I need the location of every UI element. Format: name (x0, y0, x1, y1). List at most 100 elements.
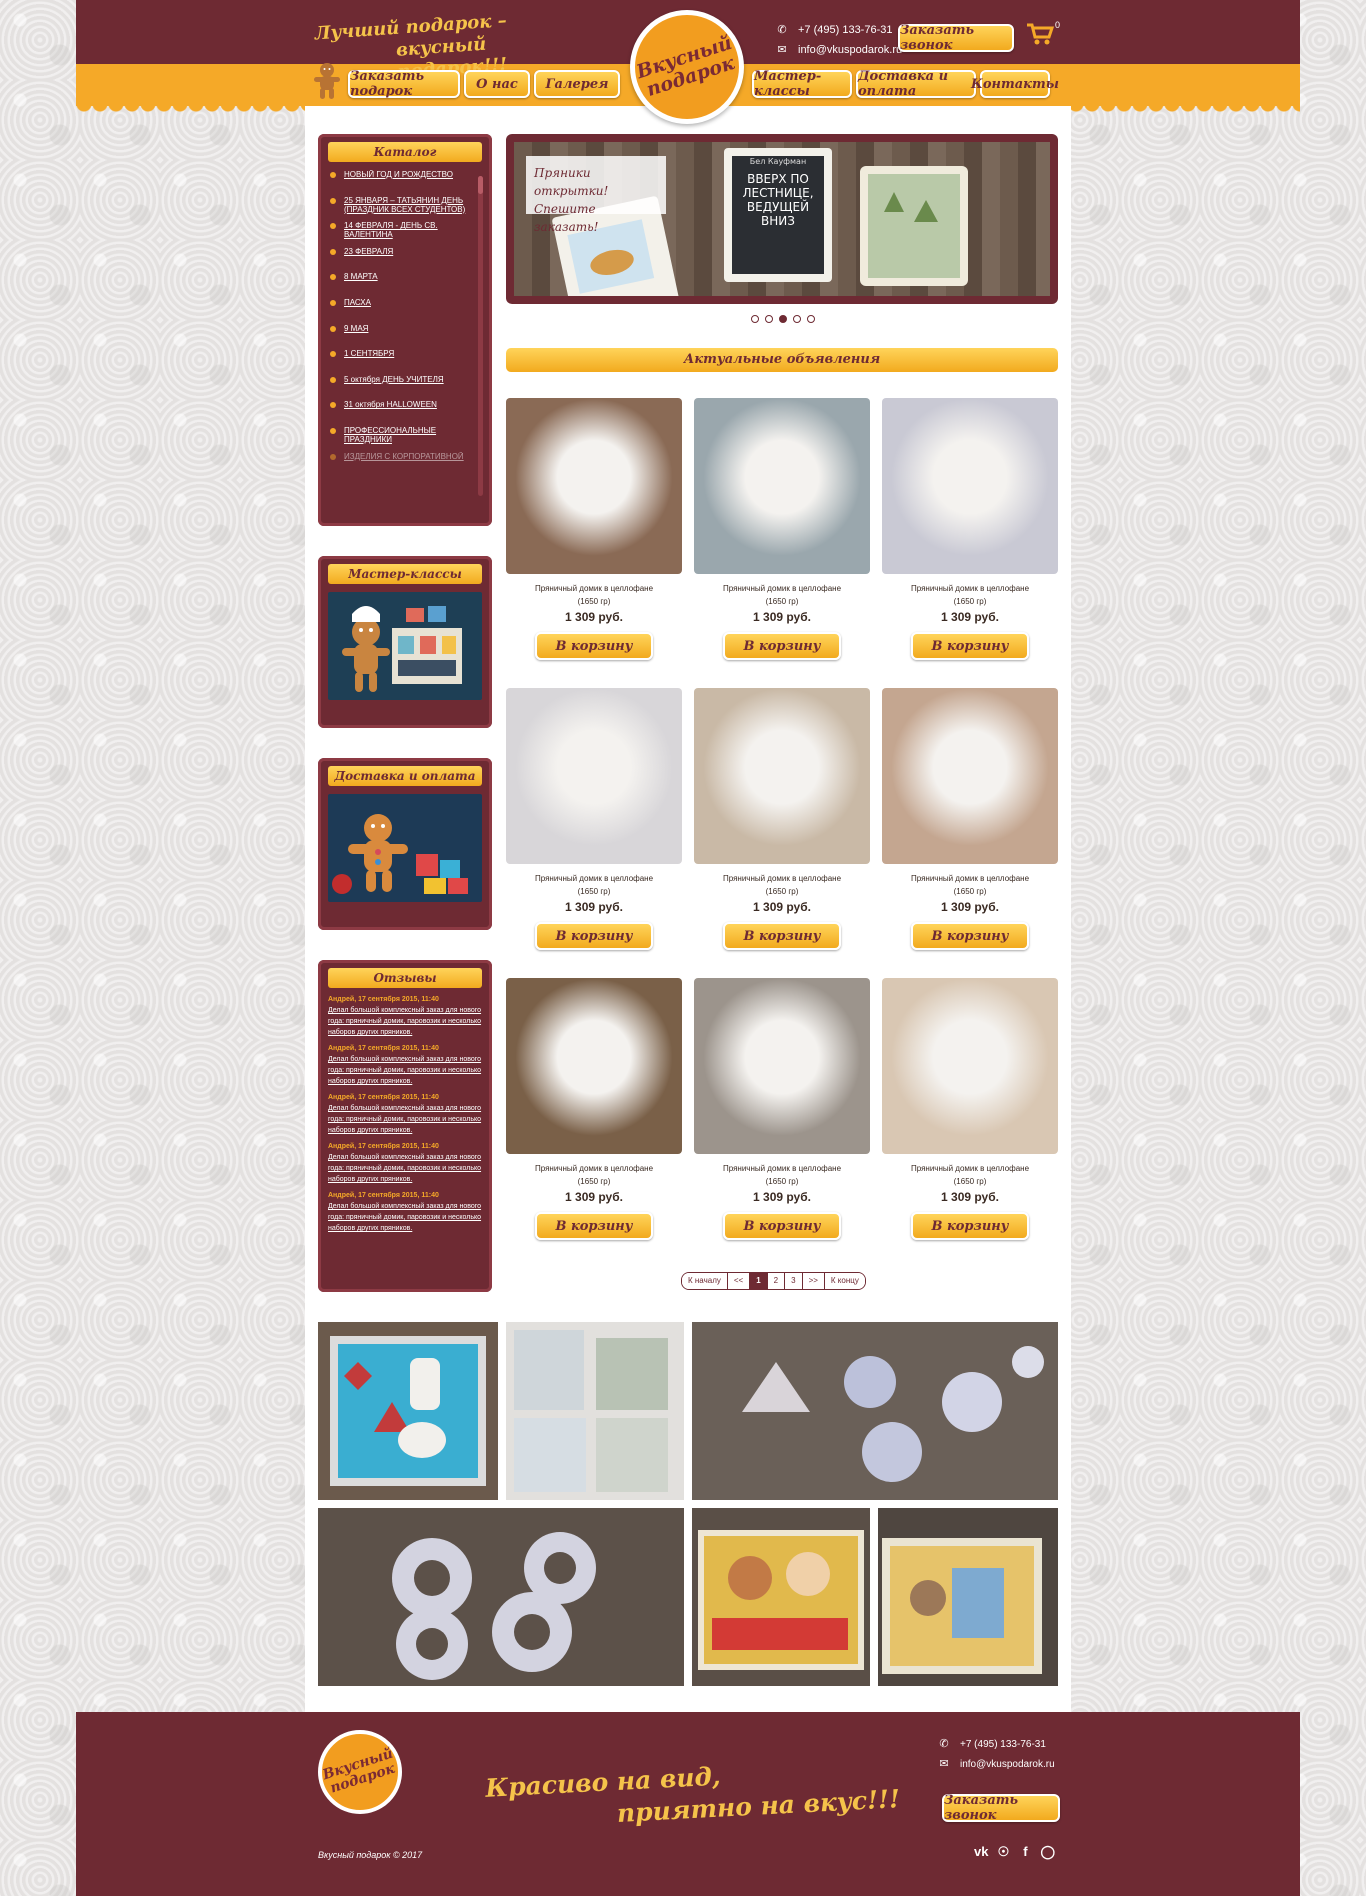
footer-email[interactable]: info@vkuspodarok.ru (960, 1759, 1055, 1770)
slider-dot[interactable] (807, 315, 815, 323)
product-name[interactable]: Пряничный домик в целлофане (882, 874, 1058, 883)
footer-phone[interactable]: +7 (495) 133-76-31 (960, 1739, 1046, 1750)
catalog-item[interactable]: ИЗДЕЛИЯ С КОРПОРАТИВНОЙ (330, 452, 476, 478)
gallery-photo[interactable] (692, 1508, 870, 1686)
footer-call-button[interactable]: Заказать звонок (942, 1793, 1060, 1823)
footer-logo[interactable]: Вкусный подарок (318, 1730, 402, 1814)
hero-slider[interactable]: Бел Кауфман Вверх по лестнице, ведущей в… (506, 134, 1058, 304)
product-card[interactable]: Пряничный домик в целлофане (1650 гр) 1 30… (694, 978, 870, 1240)
add-to-cart-button[interactable]: В корзину (911, 632, 1029, 660)
pagination-last[interactable]: К концу (824, 1273, 865, 1289)
catalog-item[interactable]: 5 октября ДЕНЬ УЧИТЕЛЯ (330, 375, 476, 401)
product-image[interactable] (694, 978, 870, 1154)
product-name[interactable]: Пряничный домик в целлофане (882, 584, 1058, 593)
gallery-photo[interactable] (506, 1322, 684, 1500)
add-to-cart-button[interactable]: В корзину (535, 922, 653, 950)
product-image[interactable] (694, 398, 870, 574)
delivery-box[interactable]: Доставка и оплата (318, 758, 492, 930)
pagination-page[interactable]: 1 (750, 1273, 768, 1289)
pagination-page[interactable]: 3 (785, 1273, 803, 1289)
product-name[interactable]: Пряничный домик в целлофане (506, 584, 682, 593)
cart-button[interactable]: 0 (1026, 20, 1060, 48)
header-email[interactable]: info@vkuspodarok.ru (798, 44, 902, 56)
gallery-photo[interactable] (878, 1508, 1058, 1686)
scrollbar-thumb[interactable] (478, 176, 483, 194)
logo[interactable]: Вкусный подарок (630, 10, 744, 124)
catalog-item[interactable]: 9 МАЯ (330, 324, 476, 350)
nav-gallery[interactable]: Галерея (534, 70, 620, 98)
product-card[interactable]: Пряничный домик в целлофане (1650 гр) 1 30… (882, 978, 1058, 1240)
instagram-icon[interactable]: ◯ (1040, 1844, 1055, 1860)
product-name[interactable]: Пряничный домик в целлофане (506, 874, 682, 883)
ok-icon[interactable]: ☉ (996, 1844, 1010, 1860)
nav-contacts[interactable]: Контакты (971, 70, 1059, 98)
product-name[interactable]: Пряничный домик в целлофане (694, 874, 870, 883)
catalog-item[interactable]: ПАСХА (330, 298, 476, 324)
review-text[interactable]: Делал большой комплексный заказ для ново… (328, 1005, 482, 1038)
catalog-item[interactable]: 8 МАРТА (330, 272, 476, 298)
vk-icon[interactable]: vk (974, 1844, 988, 1860)
gallery-photo[interactable] (692, 1322, 1058, 1500)
catalog-item[interactable]: НОВЫЙ ГОД И РОЖДЕСТВО (330, 170, 476, 196)
gallery-photo[interactable] (318, 1322, 498, 1500)
product-image[interactable] (882, 398, 1058, 574)
masterclass-box[interactable]: Мастер-классы (318, 556, 492, 728)
catalog-item[interactable]: 1 СЕНТЯБРЯ (330, 349, 476, 375)
product-image[interactable] (506, 978, 682, 1154)
catalog-item[interactable]: 14 ФЕВРАЛЯ - ДЕНЬ СВ. ВАЛЕНТИНА (330, 221, 476, 247)
add-to-cart-button[interactable]: В корзину (723, 632, 841, 660)
gallery-photo[interactable] (318, 1508, 684, 1686)
add-to-cart-button[interactable]: В корзину (723, 1212, 841, 1240)
catalog-item[interactable]: ПРОФЕССИОНАЛЬНЫЕ ПРАЗДНИКИ (330, 426, 476, 452)
pagination-page[interactable]: 2 (767, 1273, 786, 1289)
pagination-first[interactable]: К началу (682, 1273, 728, 1289)
add-to-cart-button[interactable]: В корзину (723, 922, 841, 950)
product-image[interactable] (506, 398, 682, 574)
nav-order-gift[interactable]: Заказать подарок (348, 69, 460, 99)
review-text[interactable]: Делал большой комплексный заказ для ново… (328, 1103, 482, 1136)
review-text[interactable]: Делал большой комплексный заказ для ново… (328, 1201, 482, 1234)
facebook-icon[interactable]: f (1018, 1844, 1032, 1860)
catalog-item[interactable]: 23 ФЕВРАЛЯ (330, 247, 476, 273)
call-request-button[interactable]: Заказать звонок (898, 23, 1014, 53)
review-item[interactable]: Андрей, 17 сентября 2015, 11:40 Делал бол… (328, 1143, 482, 1185)
product-name[interactable]: Пряничный домик в целлофане (694, 1164, 870, 1173)
product-card[interactable]: Пряничный домик в целлофане (1650 гр) 1 30… (694, 398, 870, 660)
add-to-cart-button[interactable]: В корзину (911, 922, 1029, 950)
product-name[interactable]: Пряничный домик в целлофане (694, 584, 870, 593)
slider-dot[interactable] (765, 315, 773, 323)
add-to-cart-button[interactable]: В корзину (535, 1212, 653, 1240)
pagination-prev[interactable]: << (727, 1273, 751, 1289)
catalog-scrollbar[interactable] (478, 176, 483, 496)
nav-masterclasses[interactable]: Мастер-классы (752, 69, 852, 99)
slider-dot-active[interactable] (779, 315, 787, 323)
slider-dot[interactable] (751, 315, 759, 323)
product-card[interactable]: Пряничный домик в целлофане (1650 гр) 1 30… (506, 978, 682, 1240)
product-name[interactable]: Пряничный домик в целлофане (506, 1164, 682, 1173)
product-image[interactable] (506, 688, 682, 864)
add-to-cart-button[interactable]: В корзину (911, 1212, 1029, 1240)
nav-about[interactable]: О нас (464, 70, 530, 98)
product-card[interactable]: Пряничный домик в целлофане (1650 гр) 1 30… (506, 398, 682, 660)
product-image[interactable] (882, 978, 1058, 1154)
catalog-item[interactable]: 31 октября HALLOWEEN (330, 400, 476, 426)
review-item[interactable]: Андрей, 17 сентября 2015, 11:40 Делал бол… (328, 1192, 482, 1234)
product-name[interactable]: Пряничный домик в целлофане (882, 1164, 1058, 1173)
review-item[interactable]: Андрей, 17 сентября 2015, 11:40 Делал бол… (328, 1045, 482, 1087)
product-card[interactable]: Пряничный домик в целлофане (1650 гр) 1 30… (694, 688, 870, 950)
review-text[interactable]: Делал большой комплексный заказ для ново… (328, 1054, 482, 1087)
product-image[interactable] (694, 688, 870, 864)
review-item[interactable]: Андрей, 17 сентября 2015, 11:40 Делал бол… (328, 1094, 482, 1136)
review-item[interactable]: Андрей, 17 сентября 2015, 11:40 Делал бол… (328, 996, 482, 1038)
product-image[interactable] (882, 688, 1058, 864)
pagination-next[interactable]: >> (802, 1273, 825, 1289)
header-phone[interactable]: +7 (495) 133-76-31 (798, 24, 892, 36)
nav-delivery[interactable]: Доставка и оплата (856, 69, 976, 99)
catalog-item[interactable]: 25 ЯНВАРЯ – ТАТЬЯНИН ДЕНЬ (ПРАЗДНИК ВСЕХ… (330, 196, 476, 222)
review-text[interactable]: Делал большой комплексный заказ для ново… (328, 1152, 482, 1185)
slider-dot[interactable] (793, 315, 801, 323)
add-to-cart-button[interactable]: В корзину (535, 632, 653, 660)
product-card[interactable]: Пряничный домик в целлофане (1650 гр) 1 30… (506, 688, 682, 950)
product-card[interactable]: Пряничный домик в целлофане (1650 гр) 1 30… (882, 398, 1058, 660)
product-card[interactable]: Пряничный домик в целлофане (1650 гр) 1 30… (882, 688, 1058, 950)
